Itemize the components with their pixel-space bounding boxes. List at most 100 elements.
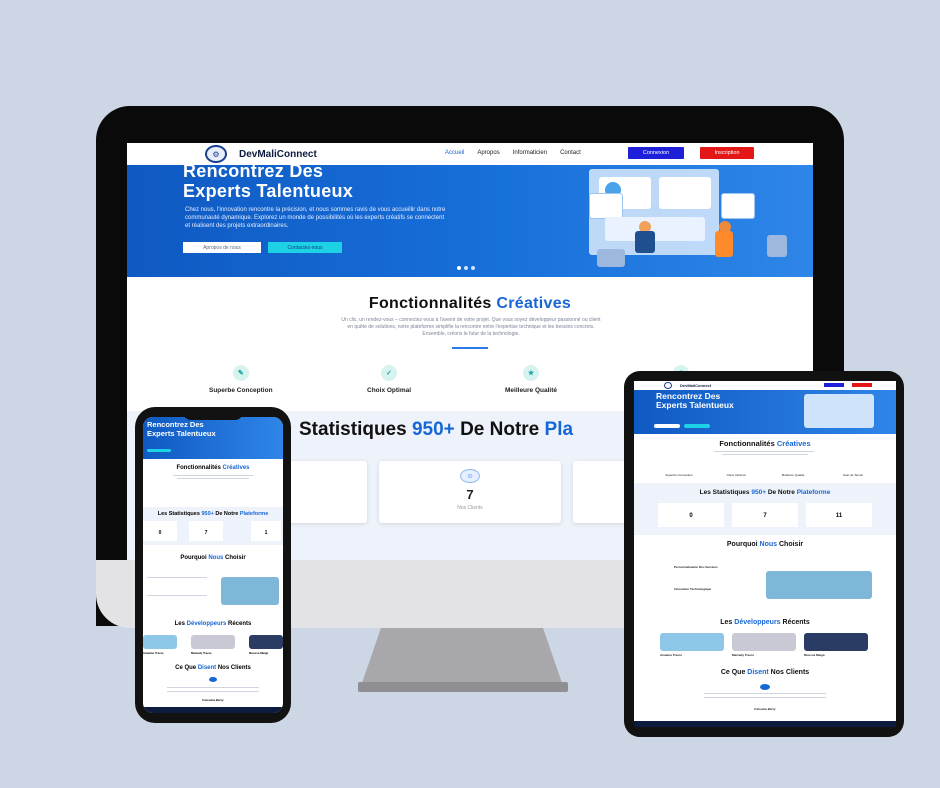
stat-card-clients: ☺ 7 Nos Clients <box>379 461 561 523</box>
tablet-stat-value: 11 <box>806 503 872 527</box>
navbar: ⚙ DevMaliConnect Accueil Apropos Informa… <box>127 143 813 165</box>
phone-hero: Rencontrez Des Experts Talentueux <box>143 417 283 459</box>
tablet-devs-title: Les Développeurs Récents <box>634 619 896 626</box>
devs-title-b: Développeurs <box>186 621 227 627</box>
dev-photo <box>191 635 235 649</box>
dev-photo <box>660 633 724 651</box>
phone-hero-title: Rencontrez Des Experts Talentueux <box>147 420 216 438</box>
tablet-features-title: Fonctionnalités Créatives <box>634 439 896 448</box>
phone-why-title: Pourquoi Nous Choisir <box>143 555 283 561</box>
text-line <box>167 687 259 688</box>
features-title-a: Fonctionnalités <box>368 295 492 312</box>
hero-title-line-2: Experts Talentueux <box>656 400 734 410</box>
nav-link-contact[interactable]: Contact <box>560 150 581 156</box>
tablet-hero-title: Rencontrez Des Experts Talentueux <box>656 392 734 410</box>
clients-title-a: Ce Que <box>720 669 746 676</box>
text-line <box>147 595 207 596</box>
tablet-stats-title: Les Statistiques 950+ De Notre Plateform… <box>634 489 896 496</box>
tablet-screen: DevMaliConnect Rencontrez Des Experts Tal… <box>634 381 896 727</box>
tablet-footer <box>634 721 896 727</box>
tablet-dev-name[interactable]: Mamady Traore <box>732 653 772 657</box>
why-title-a: Pourquoi <box>180 555 207 561</box>
devs-title-b: Développeurs <box>734 619 781 626</box>
tablet-why-item: Personnalisation Des Services <box>674 565 718 569</box>
phone-testimonial-name: Fatouma Barry <box>202 698 224 702</box>
stats-title-b: 950+ <box>751 489 766 496</box>
hero-title: Rencontrez Des Experts Talentueux <box>183 165 353 201</box>
phone-stat-value: 0 <box>143 521 177 541</box>
clients-title-c: Nos Clients <box>217 665 251 671</box>
stats-title: Statistiques 950+ De Notre Pla <box>299 419 573 441</box>
phone-dev-name[interactable]: Mamady Traore <box>191 651 235 655</box>
clients-title-a: Ce Que <box>175 665 197 671</box>
brand-name[interactable]: DevMaliConnect <box>239 149 317 160</box>
tablet-brand: DevMaliConnect <box>680 383 712 388</box>
connexion-button[interactable]: Connexion <box>628 147 684 159</box>
phone-features-title: Fonctionnalités Créatives <box>143 465 283 471</box>
tablet-dev-name[interactable]: Moussa Maiga <box>804 653 844 657</box>
design-icon: ✎ <box>232 365 249 381</box>
phone-devs-title: Les Développeurs Récents <box>143 621 283 627</box>
features-description: Un clic, un rendez-vous – connectez-vous… <box>341 317 601 337</box>
features-title-b: Créatives <box>496 295 572 312</box>
tablet-stat-value: 7 <box>732 503 798 527</box>
why-title-c: Choisir <box>779 541 804 548</box>
nav-link-informaticien[interactable]: Informaticien <box>513 150 547 156</box>
tablet-inscription-button[interactable] <box>852 383 872 387</box>
why-title-b: Nous <box>759 541 778 548</box>
contact-button[interactable]: Contactez-nous <box>268 242 342 253</box>
stats-title-b: 950+ <box>411 419 455 440</box>
nav-links: Accueil Apropos Informaticien Contact <box>445 150 581 156</box>
dev-photo <box>804 633 868 651</box>
hero-text: Chez nous, l'innovation rencontre la pré… <box>185 207 446 229</box>
tablet-why-item: Innovation Technologique <box>674 587 712 591</box>
tablet-why-title: Pourquoi Nous Choisir <box>634 541 896 548</box>
stats-title-d: Plateforme <box>239 511 269 517</box>
nav-link-accueil[interactable]: Accueil <box>445 150 464 156</box>
stat-label: Nos Clients <box>457 505 483 511</box>
why-title-a: Pourquoi <box>726 541 758 548</box>
tablet-connexion-button[interactable] <box>824 383 844 387</box>
feature-label: Superbe Conception <box>209 387 273 394</box>
text-line <box>704 693 826 694</box>
feature-meilleure-qualite: ★ Meilleure Qualité <box>505 365 557 394</box>
why-title-b: Nous <box>208 555 224 561</box>
inscription-button[interactable]: Inscription <box>700 147 754 159</box>
tablet-dev-name[interactable]: Amadou Traore <box>660 653 700 657</box>
devs-title-c: Récents <box>228 621 252 627</box>
text-line <box>704 697 826 698</box>
phone-dev-name[interactable]: Amadou Traore <box>143 651 187 655</box>
stats-title-a: Les Statistiques <box>699 489 750 496</box>
logo-icon[interactable]: ⚙ <box>205 145 227 163</box>
nav-link-apropos[interactable]: Apropos <box>477 150 499 156</box>
phone-footer <box>143 707 283 713</box>
monitor-foot <box>358 682 568 692</box>
why-title-c: Choisir <box>225 555 246 561</box>
logo-icon <box>664 382 672 389</box>
stats-title-a: Les Statistiques <box>157 511 200 517</box>
phone-notch <box>183 410 243 420</box>
apropos-button[interactable]: Apropos de nous <box>183 242 261 253</box>
hero-title-line-2: Experts Talentueux <box>183 181 354 201</box>
clients-title-c: Nos Clients <box>770 669 810 676</box>
phone-screen: Rencontrez Des Experts Talentueux Fonctio… <box>143 417 283 713</box>
feature-label: Choix Optimal <box>367 387 412 394</box>
carousel-dots[interactable] <box>457 266 475 270</box>
features-title-a: Fonctionnalités <box>719 439 775 448</box>
dev-photo <box>732 633 796 651</box>
dev-photo <box>249 635 283 649</box>
stats-title-d: Pla <box>544 419 574 440</box>
text-line <box>147 577 207 578</box>
clients-title-b: Disent <box>197 665 217 671</box>
devs-title-c: Récents <box>782 619 810 626</box>
check-icon: ✓ <box>381 365 398 381</box>
phone-dev-name[interactable]: Moussa Maiga <box>249 651 283 655</box>
hero-title-line-1: Rencontrez Des <box>183 165 324 181</box>
quality-icon: ★ <box>523 365 540 381</box>
feature-choix-optimal: ✓ Choix Optimal <box>367 365 411 394</box>
stats-title-c: De Notre <box>460 419 540 440</box>
features-title-b: Créatives <box>776 439 811 448</box>
feature-superbe-conception: ✎ Superbe Conception <box>209 365 273 394</box>
tablet-feature-label: Gain de Temps <box>842 473 864 477</box>
text-line <box>173 475 253 476</box>
